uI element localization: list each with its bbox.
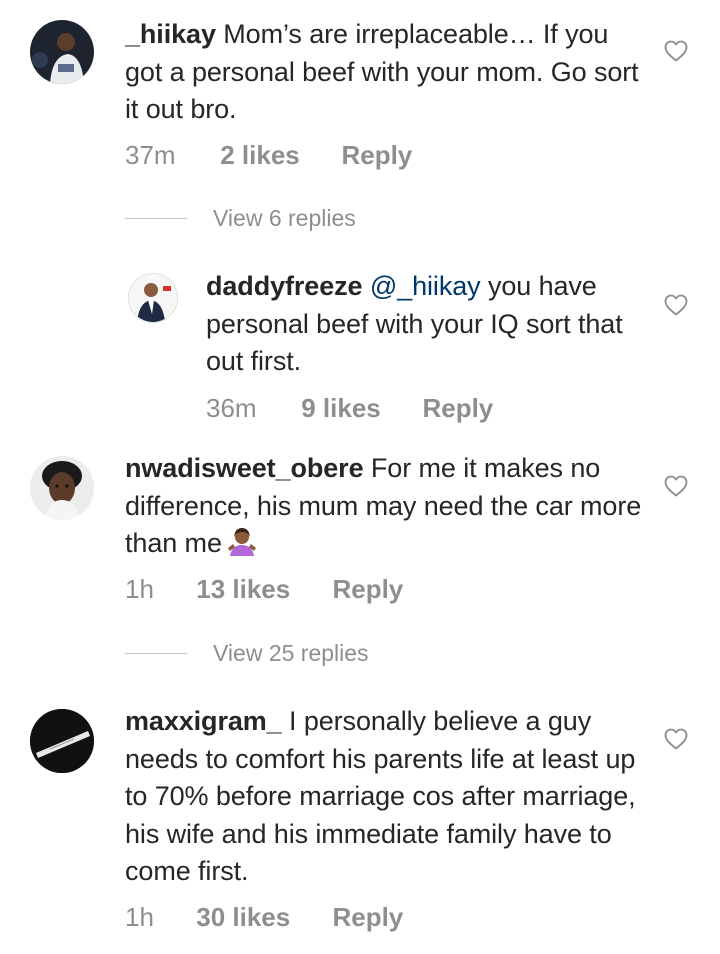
heart-outline-icon[interactable]	[664, 40, 688, 62]
avatar[interactable]	[30, 456, 94, 520]
reply-button[interactable]: Reply	[422, 393, 493, 424]
replies-divider	[125, 218, 187, 219]
comment-timestamp: 36m	[206, 393, 257, 423]
comment-timestamp: 1h	[125, 902, 154, 932]
heart-outline-icon[interactable]	[664, 728, 688, 750]
view-replies-label[interactable]: View 25 replies	[213, 640, 369, 666]
comment-username[interactable]: daddyfreeze	[206, 271, 363, 301]
mention-link[interactable]: @_hiikay	[370, 271, 481, 301]
view-replies-label[interactable]: View 6 replies	[213, 205, 356, 231]
heart-outline-icon[interactable]	[664, 475, 688, 497]
comment-timestamp: 37m	[125, 140, 176, 170]
comment-username[interactable]: maxxigram_	[125, 706, 282, 736]
reply-button[interactable]: Reply	[332, 574, 403, 605]
avatar[interactable]	[30, 709, 94, 773]
woman-shrugging-emoji	[227, 528, 256, 556]
heart-outline-icon[interactable]	[664, 294, 688, 316]
view-replies-button[interactable]: View 6 replies	[125, 205, 356, 235]
comment-username[interactable]: _hiikay	[125, 19, 216, 49]
likes-count[interactable]: 30 likes	[196, 902, 325, 933]
likes-count[interactable]: 2 likes	[220, 140, 334, 171]
avatar[interactable]	[128, 273, 178, 323]
likes-count[interactable]: 13 likes	[196, 574, 325, 605]
view-replies-button[interactable]: View 25 replies	[125, 640, 369, 670]
avatar[interactable]	[30, 20, 94, 84]
reply-button[interactable]: Reply	[341, 140, 412, 171]
comment-timestamp: 1h	[125, 574, 154, 604]
reply-button[interactable]: Reply	[332, 902, 403, 933]
replies-divider	[125, 653, 187, 654]
likes-count[interactable]: 9 likes	[301, 393, 415, 424]
comment-username[interactable]: nwadisweet_obere	[125, 453, 364, 483]
